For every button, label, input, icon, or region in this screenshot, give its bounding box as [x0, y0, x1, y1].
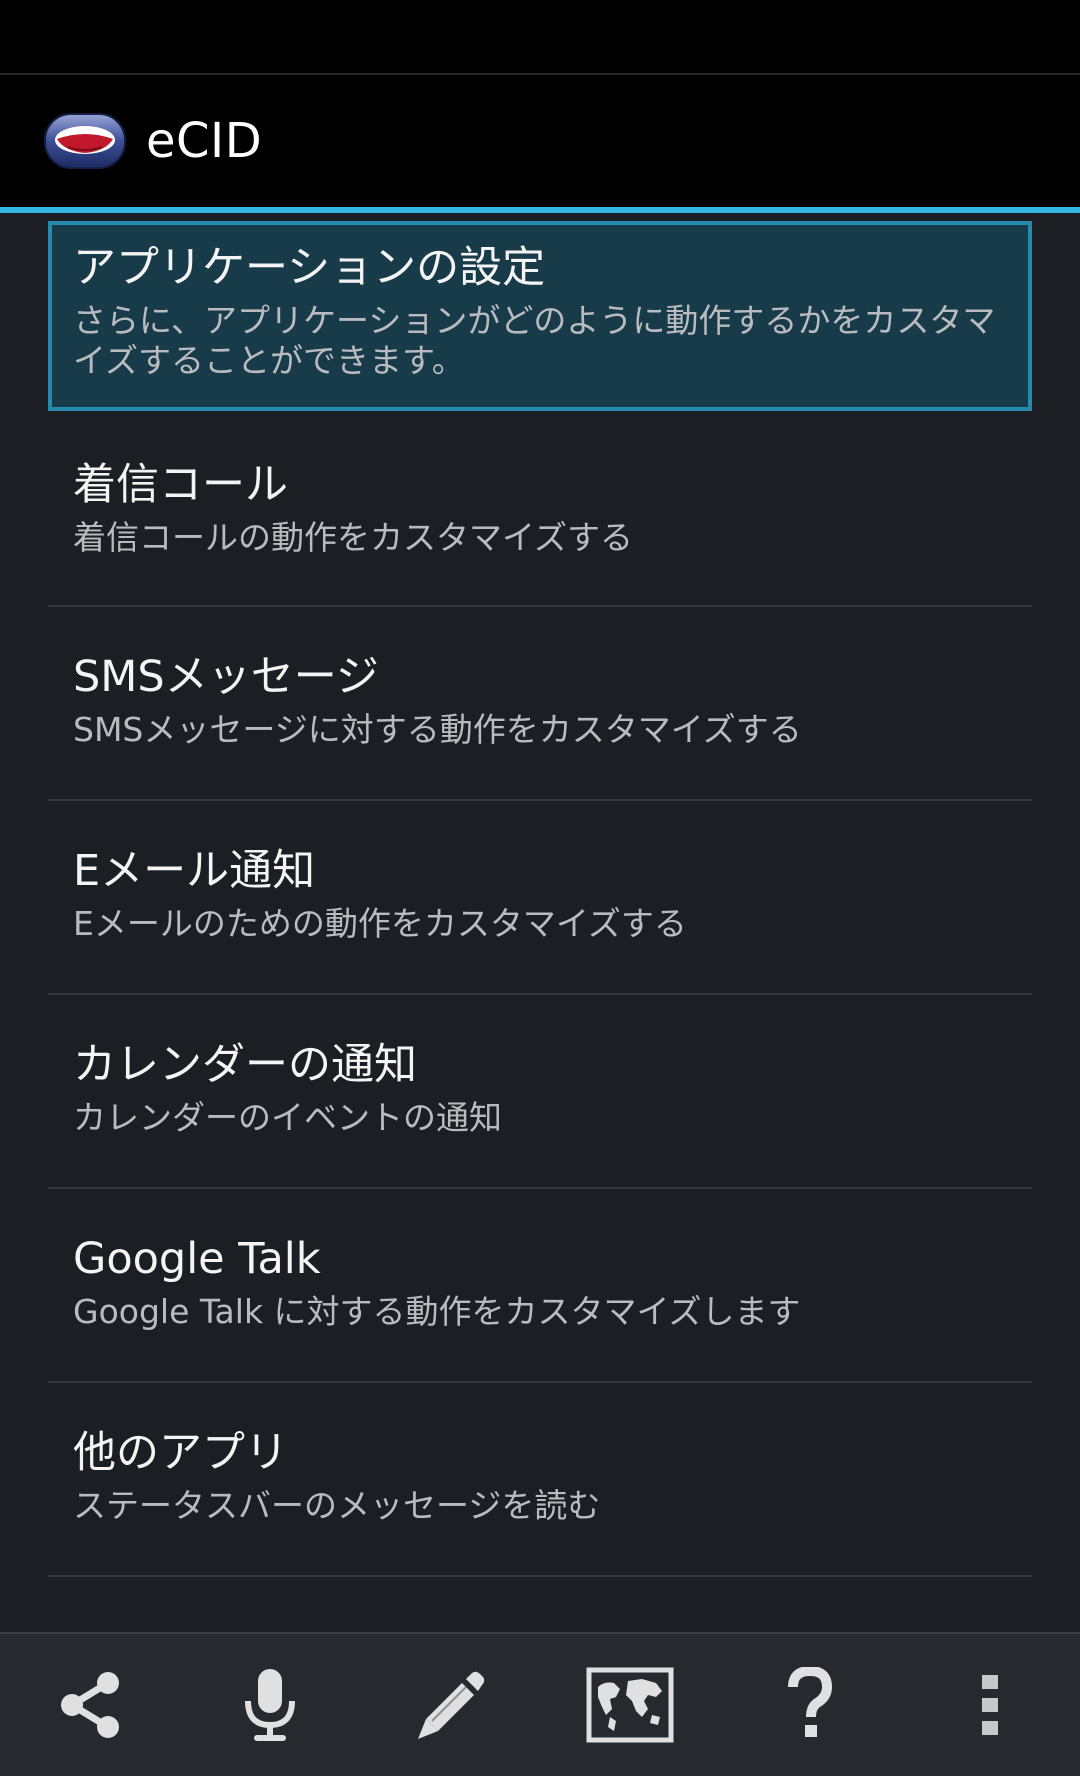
pref-incoming-calls[interactable]: 着信コール 着信コールの動作をカスタマイズする: [48, 413, 1032, 605]
pref-summary: SMSメッセージに対する動作をカスタマイズする: [73, 710, 802, 749]
status-bar: [0, 0, 1080, 75]
pref-other-apps[interactable]: 他のアプリ ステータスバーのメッセージを読む: [48, 1383, 1032, 1575]
pref-email-notifications[interactable]: Eメール通知 Eメールのための動作をカスタマイズする: [48, 801, 1032, 993]
help-icon: [788, 1667, 833, 1737]
edit-button[interactable]: [375, 1634, 525, 1776]
overflow-menu-button[interactable]: [915, 1634, 1065, 1776]
pref-title: アプリケーションの設定: [73, 243, 546, 293]
pref-title: 着信コール: [73, 460, 288, 510]
bottom-action-bar: [0, 1632, 1080, 1776]
help-button[interactable]: [735, 1634, 885, 1776]
pref-summary: Eメールのための動作をカスタマイズする: [73, 904, 687, 943]
ecid-logo-icon[interactable]: [44, 113, 126, 169]
pref-title: Eメール通知: [73, 846, 316, 896]
pref-title: カレンダーの通知: [73, 1040, 417, 1090]
share-icon: [61, 1672, 119, 1738]
pref-google-talk[interactable]: Google Talk Google Talk に対する動作をカスタマイズします: [48, 1189, 1032, 1381]
pref-summary: Google Talk に対する動作をカスタマイズします: [73, 1292, 801, 1331]
world-map-icon: [586, 1667, 674, 1743]
pref-title: SMSメッセージ: [73, 652, 379, 702]
app-title: eCID: [146, 113, 263, 169]
pref-application-settings[interactable]: アプリケーションの設定 さらに、アプリケーションがどのように動作するかをカスタマ…: [48, 221, 1032, 411]
voice-button[interactable]: [195, 1634, 345, 1776]
divider: [48, 1575, 1032, 1577]
pref-summary: ステータスバーのメッセージを読む: [73, 1486, 601, 1525]
pref-calendar-notifications[interactable]: カレンダーの通知 カレンダーのイベントの通知: [48, 995, 1032, 1187]
pref-sms-messages[interactable]: SMSメッセージ SMSメッセージに対する動作をカスタマイズする: [48, 607, 1032, 799]
pref-title: Google Talk: [73, 1234, 321, 1284]
map-button[interactable]: [555, 1634, 705, 1776]
pref-summary: さらに、アプリケーションがどのように動作するかをカスタマイズすることができます。: [73, 301, 996, 380]
share-button[interactable]: [15, 1634, 165, 1776]
action-bar: eCID: [0, 75, 1080, 213]
pref-summary: カレンダーのイベントの通知: [73, 1098, 502, 1137]
overflow-menu-icon: [982, 1675, 998, 1735]
pref-title: 他のアプリ: [73, 1428, 288, 1478]
pencil-icon: [418, 1671, 485, 1739]
microphone-icon: [245, 1669, 295, 1741]
pref-summary: 着信コールの動作をカスタマイズする: [73, 518, 634, 557]
